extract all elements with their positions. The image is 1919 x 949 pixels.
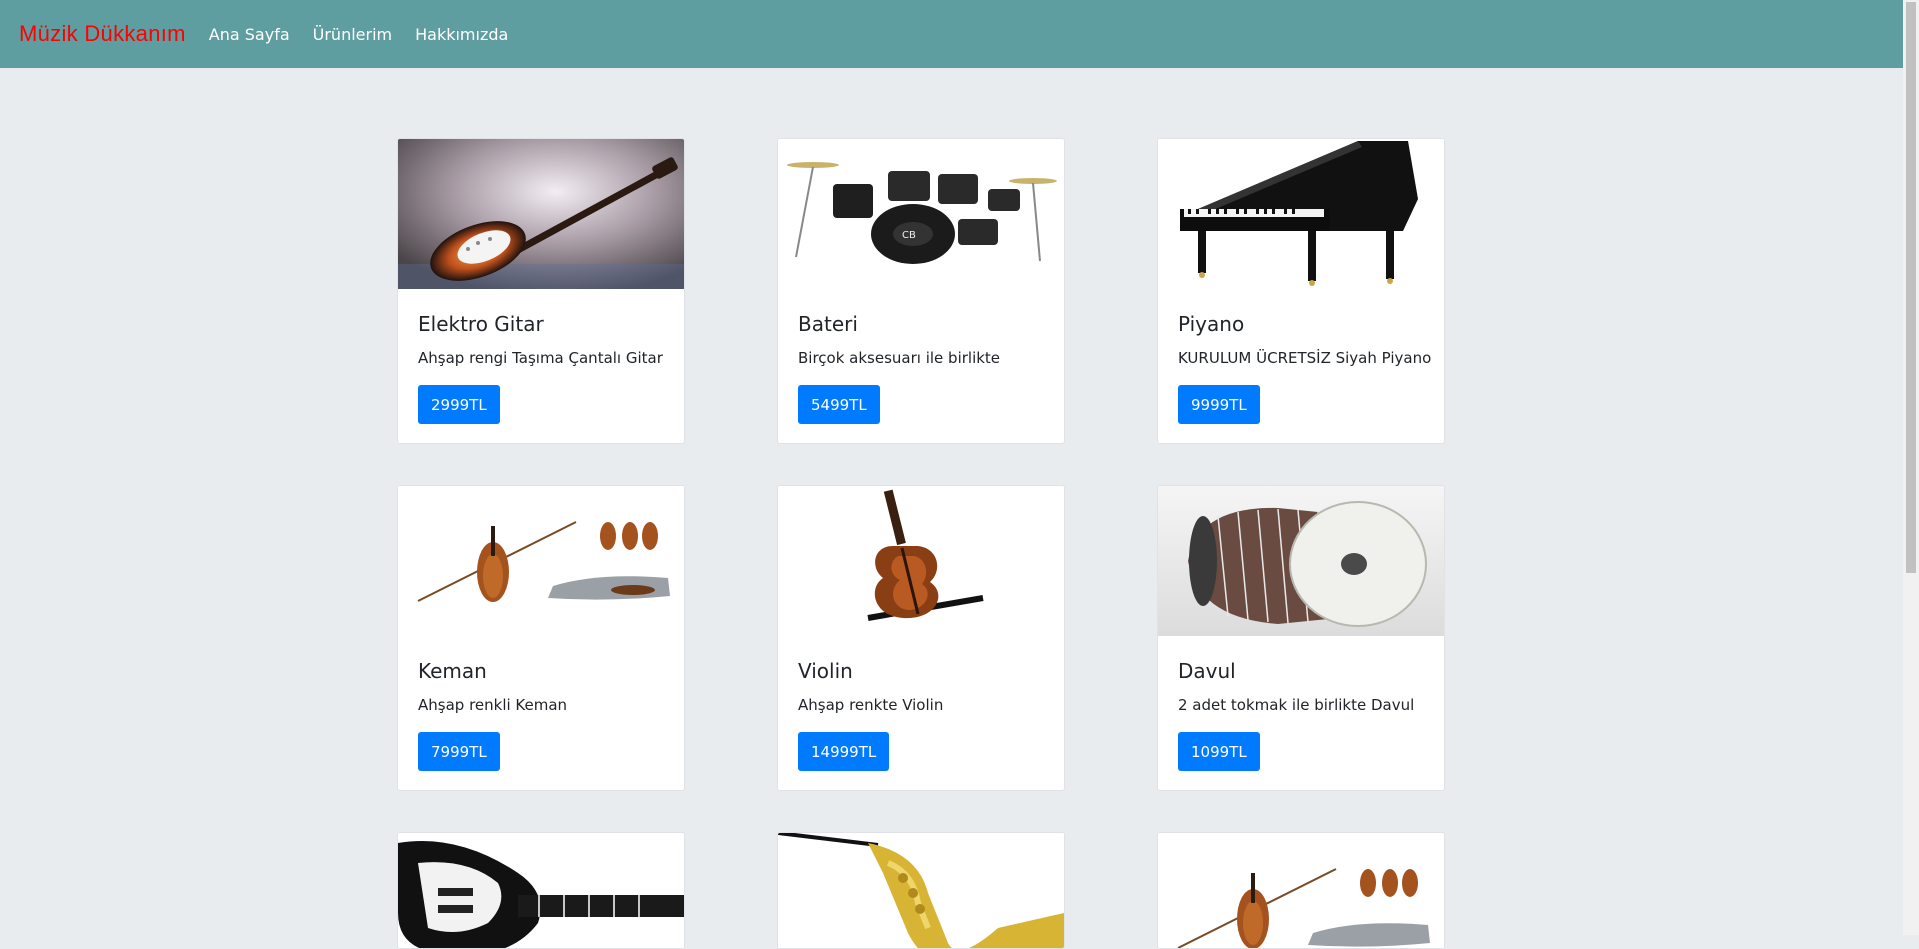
price-button[interactable]: 14999TL	[798, 732, 890, 771]
product-description: Ahşap rengi Taşıma Çantalı Gitar	[418, 349, 663, 367]
product-description: Birçok aksesuarı ile birlikte	[798, 349, 1001, 367]
product-description: 2 adet tokmak ile birlikte Davul	[1178, 696, 1415, 714]
violin-set-image	[1158, 833, 1444, 948]
scrollbar-thumb[interactable]	[1906, 2, 1916, 573]
product-card	[1157, 832, 1445, 949]
product-card: Piyano KURULUM ÜCRETSİZ Siyah Piyano 999…	[1157, 138, 1445, 444]
saxophone-image	[778, 833, 1064, 948]
product-card: CB Bateri Birçok aksesuarı ile birlikte …	[777, 138, 1065, 444]
violin-image	[778, 486, 1064, 636]
davul-drum-image	[1158, 486, 1444, 636]
navbar: Müzik Dükkanım Ana Sayfa Ürünlerim Hakkı…	[0, 0, 1903, 68]
product-grid: Elektro Gitar Ahşap rengi Taşıma Çantalı…	[397, 138, 1445, 949]
price-button[interactable]: 7999TL	[418, 732, 500, 771]
black-electric-guitar-image	[398, 833, 684, 948]
brand-link[interactable]: Müzik Dükkanım	[19, 21, 186, 47]
product-title: Elektro Gitar	[418, 312, 544, 336]
product-card	[397, 832, 685, 949]
product-title: Violin	[798, 659, 853, 683]
price-button[interactable]: 9999TL	[1178, 385, 1260, 424]
price-button[interactable]: 5499TL	[798, 385, 880, 424]
electric-guitar-image	[398, 139, 684, 289]
violin-set-image	[398, 486, 684, 636]
product-description: KURULUM ÜCRETSİZ Siyah Piyano	[1178, 349, 1432, 367]
product-card: Keman Ahşap renkli Keman 7999TL	[397, 485, 685, 791]
product-card: Davul 2 adet tokmak ile birlikte Davul 1…	[1157, 485, 1445, 791]
price-button[interactable]: 1099TL	[1178, 732, 1260, 771]
grand-piano-image	[1158, 139, 1444, 289]
product-description: Ahşap renkli Keman	[418, 696, 568, 714]
product-card: Violin Ahşap renkte Violin 14999TL	[777, 485, 1065, 791]
page-scrollbar[interactable]	[1903, 0, 1919, 935]
product-title: Bateri	[798, 312, 858, 336]
product-description: Ahşap renkte Violin	[798, 696, 944, 714]
product-title: Piyano	[1178, 312, 1245, 336]
nav-link-home[interactable]: Ana Sayfa	[209, 25, 290, 44]
product-card: Elektro Gitar Ahşap rengi Taşıma Çantalı…	[397, 138, 685, 444]
svg-text:CB: CB	[902, 230, 916, 241]
nav-link-products[interactable]: Ürünlerim	[313, 25, 392, 44]
nav-link-about[interactable]: Hakkımızda	[415, 25, 508, 44]
product-card	[777, 832, 1065, 949]
product-title: Davul	[1178, 659, 1236, 683]
price-button[interactable]: 2999TL	[418, 385, 500, 424]
drum-kit-image: CB	[778, 139, 1064, 289]
product-title: Keman	[418, 659, 487, 683]
